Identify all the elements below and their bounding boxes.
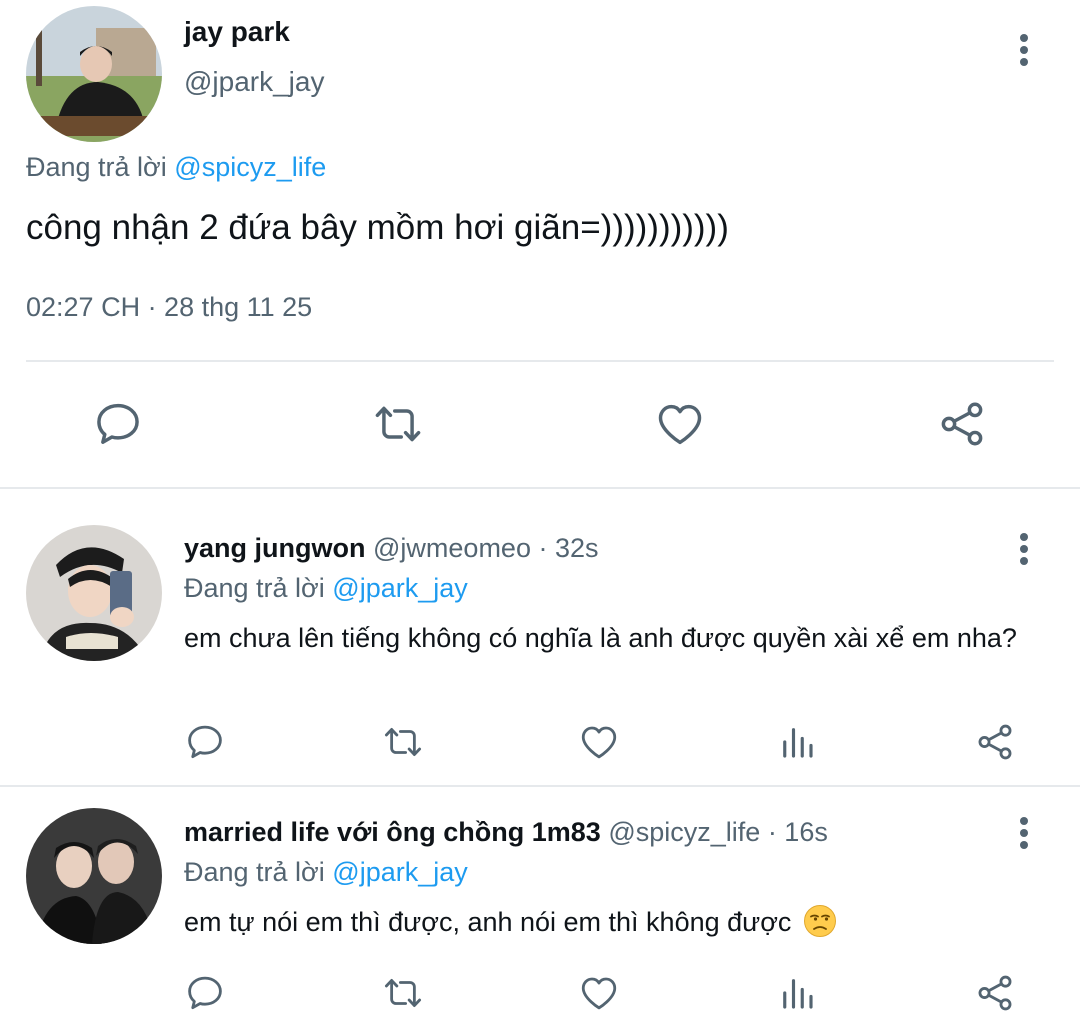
avatar[interactable] <box>26 525 162 661</box>
tweet-text-container: em tự nói em thì được, anh nói em thì kh… <box>184 904 1024 941</box>
avatar[interactable] <box>26 808 162 944</box>
author-name[interactable]: yang jungwon <box>184 533 366 563</box>
replying-prefix: Đang trả lời <box>184 857 325 887</box>
replying-to-link[interactable]: @spicyz_life <box>174 152 326 182</box>
like-icon[interactable] <box>654 398 706 450</box>
replying-to: Đang trả lời @spicyz_life <box>26 152 326 183</box>
like-icon[interactable] <box>578 972 620 1014</box>
retweet-icon[interactable] <box>372 398 424 450</box>
reply-tweet[interactable]: yang jungwon @jwmeomeo · 32s Đang trả lờ… <box>0 489 1080 785</box>
divider <box>26 360 1054 362</box>
share-icon[interactable] <box>974 972 1016 1014</box>
retweet-icon[interactable] <box>382 721 424 763</box>
avatar[interactable] <box>26 6 162 142</box>
author-handle[interactable]: @jpark_jay <box>184 66 324 98</box>
replying-prefix: Đang trả lời <box>184 573 325 603</box>
tweet-thread: jay park @jpark_jay Đang trả lời @spicyz… <box>0 0 1080 1027</box>
tweet-text: em tự nói em thì được, anh nói em thì kh… <box>184 907 792 937</box>
author-name[interactable]: married life với ông chồng 1m83 <box>184 817 601 847</box>
share-icon[interactable] <box>974 721 1016 763</box>
author-name[interactable]: jay park <box>184 16 290 48</box>
reply-icon[interactable] <box>92 398 144 450</box>
reply-icon[interactable] <box>184 972 226 1014</box>
author-handle[interactable]: @jwmeomeo <box>373 533 531 563</box>
share-icon[interactable] <box>936 398 988 450</box>
unamused-face-emoji <box>803 904 837 938</box>
reply-header: yang jungwon @jwmeomeo · 32s <box>184 533 599 564</box>
analytics-icon[interactable] <box>776 721 818 763</box>
main-tweet: jay park @jpark_jay Đang trả lời @spicyz… <box>0 0 1080 488</box>
reply-time: · 16s <box>767 817 828 847</box>
like-icon[interactable] <box>578 721 620 763</box>
reply-tweet[interactable]: married life với ông chồng 1m83 @spicyz_… <box>0 787 1080 1027</box>
replying-prefix: Đang trả lời <box>26 152 167 182</box>
reply-icon[interactable] <box>184 721 226 763</box>
author-handle[interactable]: @spicyz_life <box>608 817 760 847</box>
more-options-icon[interactable] <box>1014 529 1034 569</box>
replying-to: Đang trả lời @jpark_jay <box>184 857 468 888</box>
retweet-icon[interactable] <box>382 972 424 1014</box>
tweet-timestamp: 02:27 CH · 28 thg 11 25 <box>26 292 313 322</box>
reply-header: married life với ông chồng 1m83 @spicyz_… <box>184 817 828 848</box>
analytics-icon[interactable] <box>776 972 818 1014</box>
tweet-text: em chưa lên tiếng không có nghĩa là anh … <box>184 623 1017 653</box>
reply-time: · 32s <box>538 533 599 563</box>
tweet-text: công nhận 2 đứa bây mồm hơi giãn=)))))))… <box>26 208 729 247</box>
more-options-icon[interactable] <box>1014 813 1034 853</box>
replying-to-link[interactable]: @jpark_jay <box>332 857 467 887</box>
more-options-icon[interactable] <box>1014 30 1034 70</box>
replying-to: Đang trả lời @jpark_jay <box>184 573 468 604</box>
replying-to-link[interactable]: @jpark_jay <box>332 573 467 603</box>
